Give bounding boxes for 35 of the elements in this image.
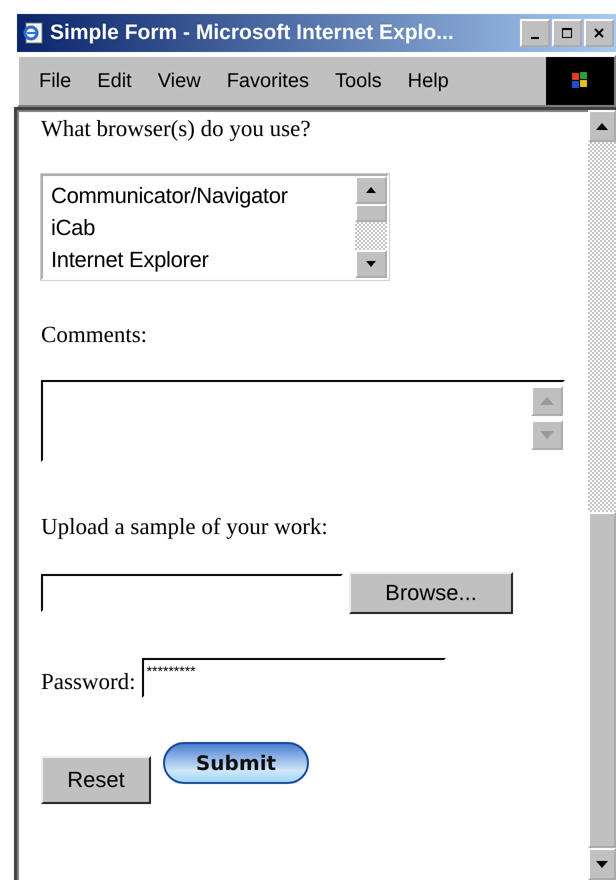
close-icon [592,26,606,40]
scroll-down-icon[interactable] [588,848,616,880]
menu-item[interactable]: Tools [334,70,382,92]
list-option[interactable]: iCab [51,212,355,244]
scroll-down-icon[interactable] [355,250,387,278]
list-option[interactable]: Communicator/Navigator [51,180,355,212]
menu-item[interactable]: View [158,70,201,92]
scroll-thumb[interactable] [588,512,616,848]
maximize-icon [560,26,574,40]
password-field[interactable]: ********* [142,658,446,698]
password-label: Password: [41,669,136,695]
question-label: What browser(s) do you use? [41,116,312,142]
menu-item[interactable]: File [39,70,72,92]
scroll-up-icon[interactable] [588,110,616,142]
scroll-down-icon [531,420,563,450]
browser-listbox[interactable]: Communicator/Navigator iCab Internet Explorer [41,174,389,280]
page-icon [21,21,45,45]
comments-label: Comments: [41,322,148,348]
maximize-button[interactable] [552,19,582,47]
reset-button[interactable]: Reset [41,756,151,804]
minimize-icon [531,37,539,39]
list-option[interactable]: Internet Explorer [51,244,355,276]
scroll-track[interactable] [355,222,387,250]
scroll-up-icon [531,386,563,416]
scroll-up-icon[interactable] [355,176,387,204]
scroll-thumb[interactable] [355,204,387,222]
menu-item[interactable]: Favorites [226,70,309,92]
comments-field[interactable] [41,380,565,462]
window-title: Simple Form - Microsoft Internet Explo... [50,21,455,45]
menu-item[interactable]: Help [408,70,449,92]
submit-button[interactable]: Submit [163,742,309,784]
close-button[interactable] [584,19,614,47]
upload-label: Upload a sample of your work: [41,514,329,540]
browse-button[interactable]: Browse... [349,572,513,614]
menu-item[interactable]: Edit [97,70,132,92]
